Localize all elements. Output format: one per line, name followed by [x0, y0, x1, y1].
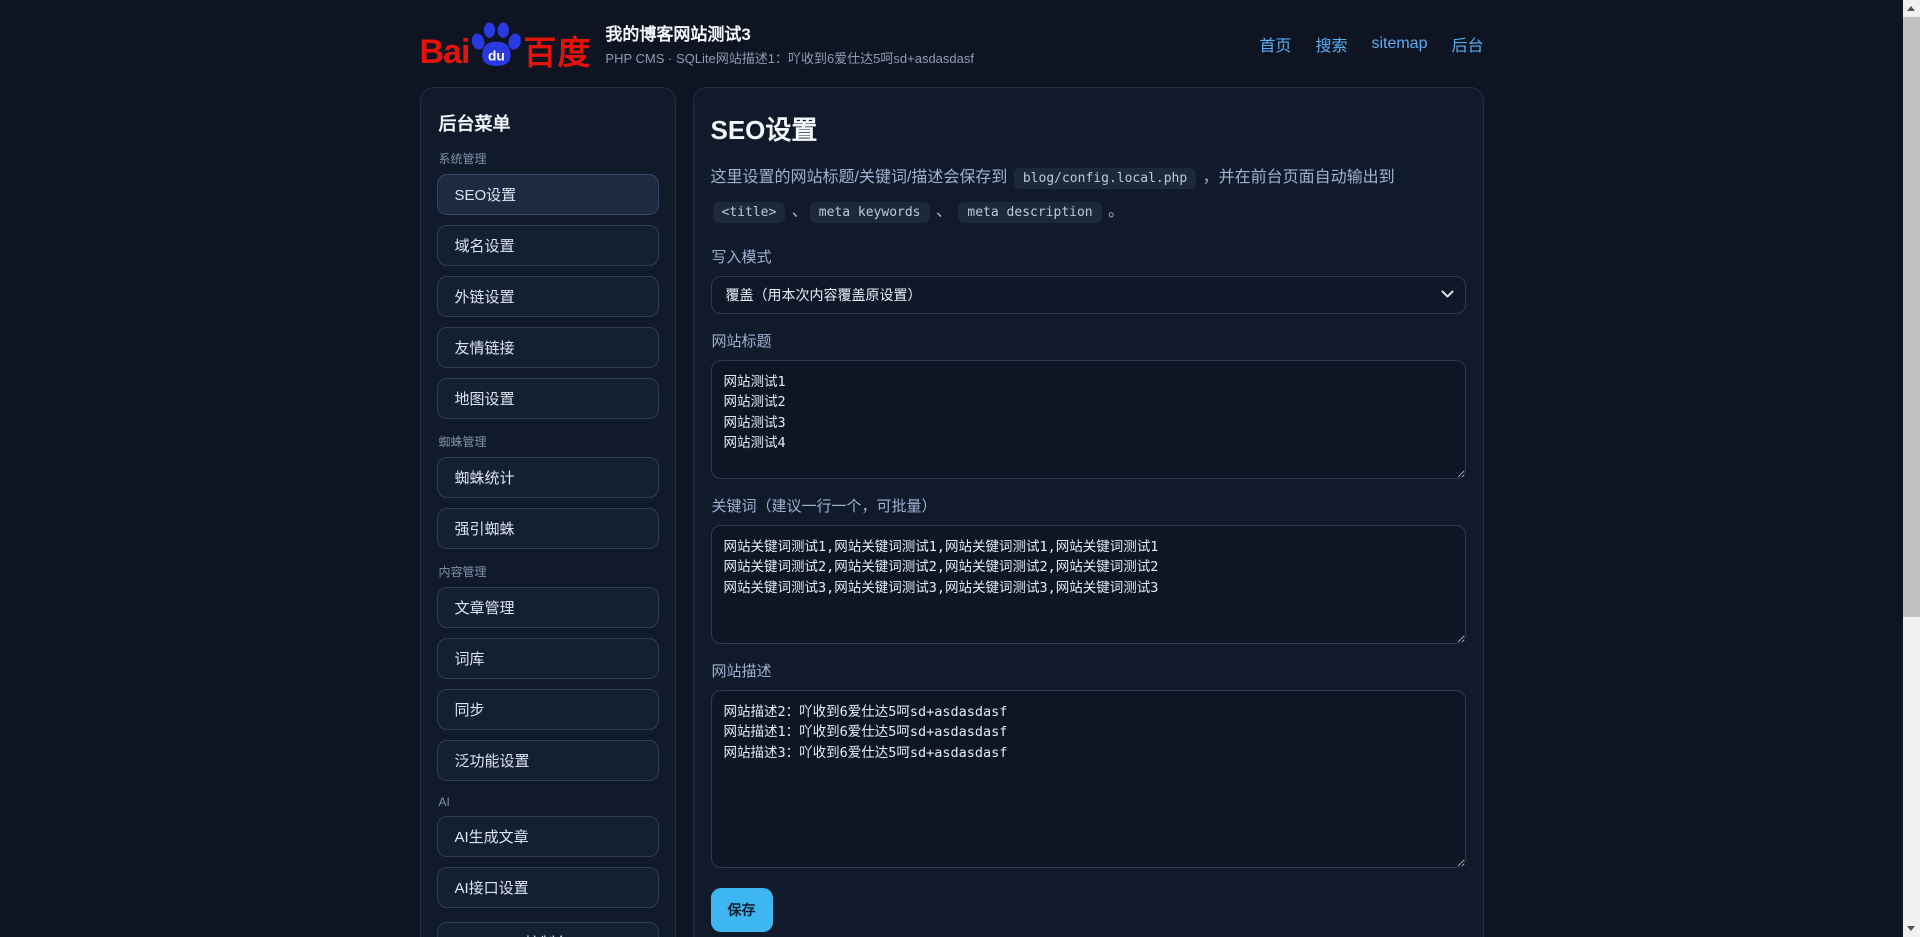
admin-sidebar: 后台菜单 系统管理 SEO设置域名设置外链设置友情链接地图设置蜘蛛管理蜘蛛统计强引… — [420, 87, 676, 937]
page-scrollbar[interactable] — [1903, 0, 1920, 937]
sidebar-item[interactable]: 同步 — [437, 689, 659, 730]
keywords-label: 关键词（建议一行一个，可批量） — [712, 495, 1466, 516]
site-title-label: 网站标题 — [712, 330, 1466, 351]
sidebar-title: 后台菜单 — [439, 110, 659, 136]
scrollbar-thumb[interactable] — [1903, 17, 1920, 617]
sidebar-item[interactable]: 文章管理 — [437, 587, 659, 628]
inline-code-chip: meta description — [958, 202, 1101, 223]
write-mode-select-wrap: 覆盖（用本次内容覆盖原设置） — [711, 276, 1466, 314]
site-title: 我的博客网站测试3 — [605, 20, 974, 45]
sidebar-section-label: 内容管理 — [439, 563, 659, 580]
page-description: 这里设置的网站标题/关键词/描述会保存到 blog/config.local.p… — [711, 161, 1466, 228]
sidebar-item[interactable]: AI生成文章 — [437, 816, 659, 857]
sidebar-item[interactable]: 泛功能设置 — [437, 740, 659, 781]
sidebar-item[interactable]: 外链设置 — [437, 276, 659, 317]
sidebar-item[interactable]: AI接口设置 — [437, 867, 659, 908]
sidebar-item[interactable]: 域名设置 — [437, 225, 659, 266]
baidu-paw-icon: du — [470, 19, 522, 69]
sidebar-item[interactable]: 蜘蛛统计 — [437, 457, 659, 498]
brand[interactable]: Bai du 百度 我的博客网站测试3 PHP CMS · SQLite网站描述… — [420, 19, 975, 69]
svg-text:du: du — [488, 47, 505, 63]
sidebar-sections: 系统管理 SEO设置域名设置外链设置友情链接地图设置蜘蛛管理蜘蛛统计强引蜘蛛内容管… — [437, 150, 659, 908]
page: Bai du 百度 我的博客网站测试3 PHP CMS · SQLite网站描述… — [0, 0, 1903, 937]
sidebar-section-label: AI — [439, 795, 659, 809]
write-mode-label: 写入模式 — [712, 246, 1466, 267]
logo-text-bai: Bai — [420, 35, 470, 69]
sidebar-section-label: 系统管理 — [439, 150, 659, 167]
site-description-textarea[interactable]: 网站描述2：吖收到6爱仕达5呵sd+asdasdasf 网站描述1：吖收到6爱仕… — [711, 690, 1466, 868]
sidebar-item[interactable]: 友情链接 — [437, 327, 659, 368]
nav-link[interactable]: sitemap — [1371, 35, 1427, 53]
write-mode-select[interactable]: 覆盖（用本次内容覆盖原设置） — [711, 276, 1466, 314]
nav-link[interactable]: 后台 — [1451, 32, 1483, 56]
console-button-label: 控制台 — [525, 932, 570, 937]
baidu-logo: Bai du 百度 — [420, 19, 592, 69]
site-subtitle: PHP CMS · SQLite网站描述1：吖收到6爱仕达5呵sd+asdasd… — [605, 48, 974, 67]
sidebar-item[interactable]: SEO设置 — [437, 174, 659, 215]
site-title-textarea[interactable]: 网站测试1 网站测试2 网站测试3 网站测试4 — [711, 360, 1466, 479]
sidebar-section-label: 蜘蛛管理 — [439, 433, 659, 450]
top-header: Bai du 百度 我的博客网站测试3 PHP CMS · SQLite网站描述… — [0, 0, 1903, 87]
page-title: SEO设置 — [711, 110, 1466, 147]
inline-code-chip: <title> — [713, 202, 786, 223]
scrollbar-up-arrow[interactable] — [1903, 0, 1920, 17]
site-description-label: 网站描述 — [712, 660, 1466, 681]
sidebar-item[interactable]: 词库 — [437, 638, 659, 679]
logo-text-cn: 百度 — [523, 36, 591, 69]
inline-code-chip: blog/config.local.php — [1014, 168, 1196, 189]
sidebar-item[interactable]: 地图设置 — [437, 378, 659, 419]
keywords-textarea[interactable]: 网站关键词测试1,网站关键词测试1,网站关键词测试1,网站关键词测试1 网站关键… — [711, 525, 1466, 644]
nav-link[interactable]: 首页 — [1259, 32, 1291, 56]
inline-code-chip: meta keywords — [810, 202, 930, 223]
top-nav: 首页搜索 sitemap 后台 — [1259, 32, 1483, 56]
scrollbar-down-arrow[interactable] — [1903, 920, 1920, 937]
nav-link[interactable]: 搜索 — [1315, 32, 1347, 56]
save-button[interactable]: 保存 — [711, 888, 773, 932]
sidebar-item-console[interactable]: 控制台 — [437, 922, 659, 937]
sidebar-item[interactable]: 强引蜘蛛 — [437, 508, 659, 549]
seo-settings-panel: SEO设置 这里设置的网站标题/关键词/描述会保存到 blog/config.l… — [693, 87, 1484, 937]
